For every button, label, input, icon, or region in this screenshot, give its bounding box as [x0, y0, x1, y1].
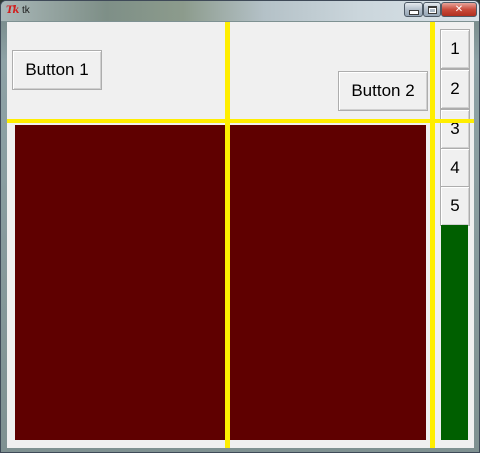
red-frame — [15, 125, 426, 440]
numbered-button-5[interactable]: 5 — [440, 186, 470, 226]
maximize-button[interactable] — [423, 2, 441, 17]
numbered-button-1[interactable]: 1 — [440, 29, 470, 69]
button-2[interactable]: Button 2 — [338, 71, 428, 111]
button-1[interactable]: Button 1 — [12, 50, 102, 90]
title-bar[interactable]: Tk tk ✕ — [1, 1, 479, 21]
numbered-button-4[interactable]: 4 — [440, 148, 470, 188]
numbered-button-2[interactable]: 2 — [440, 69, 470, 109]
tk-feather-icon[interactable]: Tk — [6, 5, 19, 17]
grid-line-vertical-1 — [225, 22, 230, 448]
numbered-button-3[interactable]: 3 — [440, 109, 470, 149]
green-frame — [441, 225, 468, 440]
maximize-icon — [427, 5, 437, 14]
close-button[interactable]: ✕ — [441, 2, 477, 17]
window-title: tk — [22, 5, 30, 16]
grid-line-horizontal — [7, 119, 474, 123]
grid-line-vertical-2 — [430, 22, 435, 448]
minimize-icon — [408, 10, 419, 15]
client-area: Button 1 Button 2 1 2 3 4 5 — [7, 22, 474, 448]
close-icon: ✕ — [454, 4, 464, 15]
tk-window: Tk tk ✕ Button 1 Button 2 1 2 3 4 5 — [0, 0, 480, 453]
minimize-button[interactable] — [404, 2, 423, 17]
